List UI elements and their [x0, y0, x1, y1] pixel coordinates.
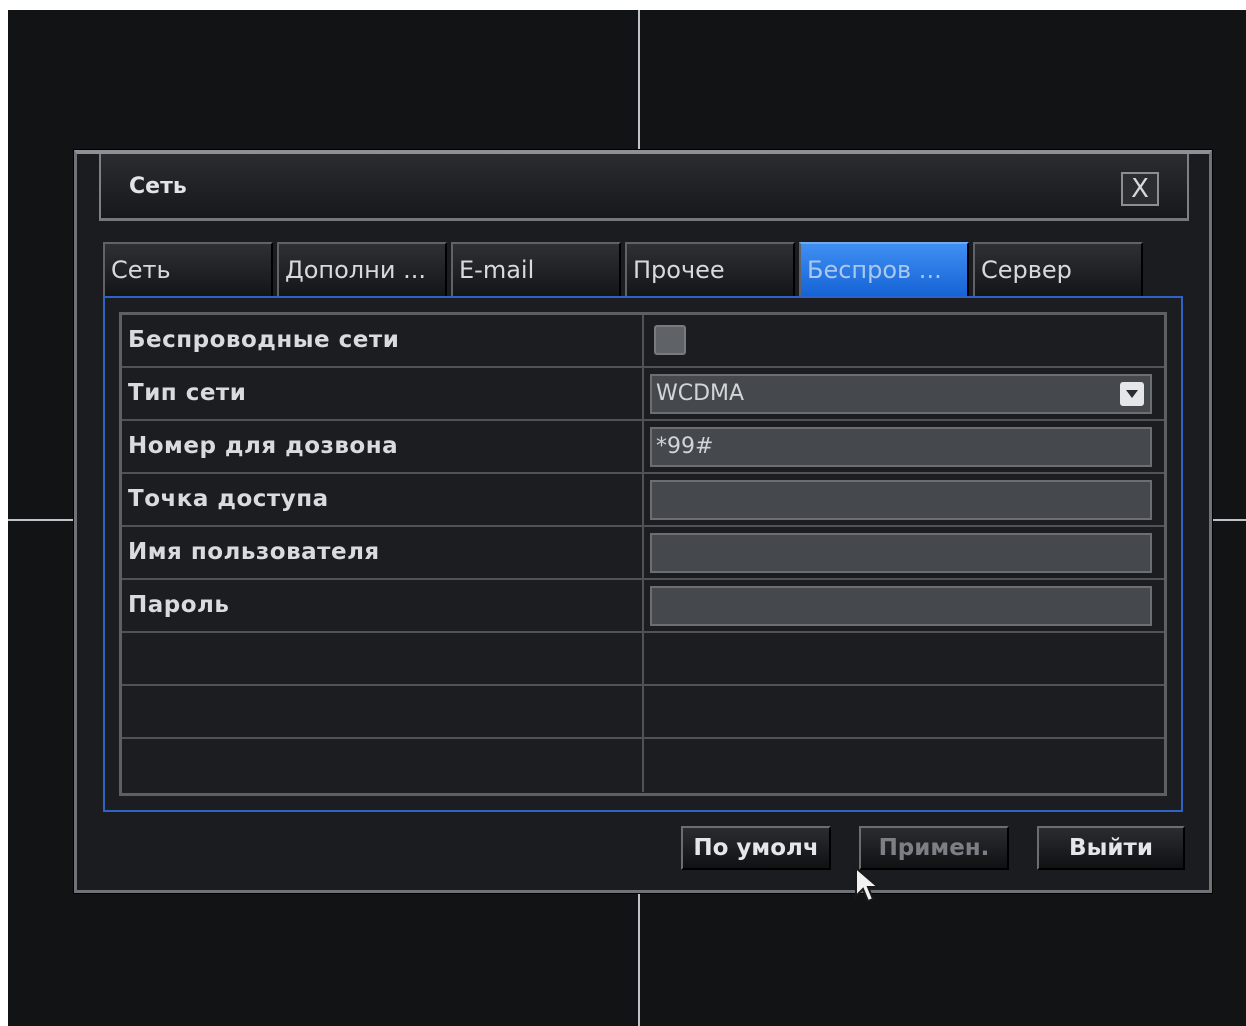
table-row-dial-number: Номер для дозвона *99#: [122, 421, 1164, 474]
wireless-settings-panel: Беспроводные сети Тип сети WCDMA Номер д…: [103, 296, 1183, 812]
network-type-select[interactable]: WCDMA: [650, 374, 1152, 414]
apply-button[interactable]: Примен.: [859, 826, 1009, 870]
default-button[interactable]: По умолч: [681, 826, 831, 870]
close-button[interactable]: X: [1121, 172, 1159, 206]
settings-table: Беспроводные сети Тип сети WCDMA Номер д…: [119, 312, 1167, 796]
table-row-empty: [122, 739, 1164, 792]
dialog-title: Сеть: [129, 174, 187, 199]
network-type-value: WCDMA: [656, 381, 745, 406]
password-input[interactable]: [650, 586, 1152, 626]
column-divider: [642, 633, 644, 684]
table-row-network-type: Тип сети WCDMA: [122, 368, 1164, 421]
column-divider: [642, 368, 644, 419]
username-input[interactable]: [650, 533, 1152, 573]
wireless-label: Беспроводные сети: [128, 327, 400, 353]
table-row-wireless: Беспроводные сети: [122, 315, 1164, 368]
dialog-titlebar: Сеть X: [99, 154, 1189, 221]
tab-network[interactable]: Сеть: [103, 242, 273, 296]
exit-button[interactable]: Выйти: [1037, 826, 1185, 870]
tab-wireless[interactable]: Беспров ...: [799, 242, 969, 296]
table-row-access-point: Точка доступа: [122, 474, 1164, 527]
dial-number-label: Номер для дозвона: [128, 433, 399, 459]
network-settings-dialog: Сеть X Сеть Дополни ... E-mail Прочее Бе…: [74, 150, 1212, 893]
dial-number-input[interactable]: *99#: [650, 427, 1152, 467]
tab-other[interactable]: Прочее: [625, 242, 795, 296]
table-row-empty: [122, 686, 1164, 739]
table-row-username: Имя пользователя: [122, 527, 1164, 580]
network-type-label: Тип сети: [128, 380, 247, 406]
password-label: Пароль: [128, 592, 230, 618]
column-divider: [642, 686, 644, 737]
column-divider: [642, 580, 644, 631]
column-divider: [642, 315, 644, 366]
tab-email[interactable]: E-mail: [451, 242, 621, 296]
column-divider: [642, 421, 644, 472]
tab-server[interactable]: Сервер: [973, 242, 1143, 296]
table-row-password: Пароль: [122, 580, 1164, 633]
column-divider: [642, 474, 644, 525]
access-point-input[interactable]: [650, 480, 1152, 520]
access-point-label: Точка доступа: [128, 486, 329, 512]
column-divider: [642, 739, 644, 792]
username-label: Имя пользователя: [128, 539, 380, 565]
mouse-cursor-icon: [855, 866, 881, 903]
wireless-enable-checkbox[interactable]: [654, 325, 686, 355]
tab-advanced[interactable]: Дополни ...: [277, 242, 447, 296]
chevron-down-icon[interactable]: [1120, 382, 1144, 406]
column-divider: [642, 527, 644, 578]
dvr-screen: Сеть X Сеть Дополни ... E-mail Прочее Бе…: [8, 10, 1246, 1026]
close-icon: X: [1131, 174, 1149, 204]
table-row-empty: [122, 633, 1164, 686]
